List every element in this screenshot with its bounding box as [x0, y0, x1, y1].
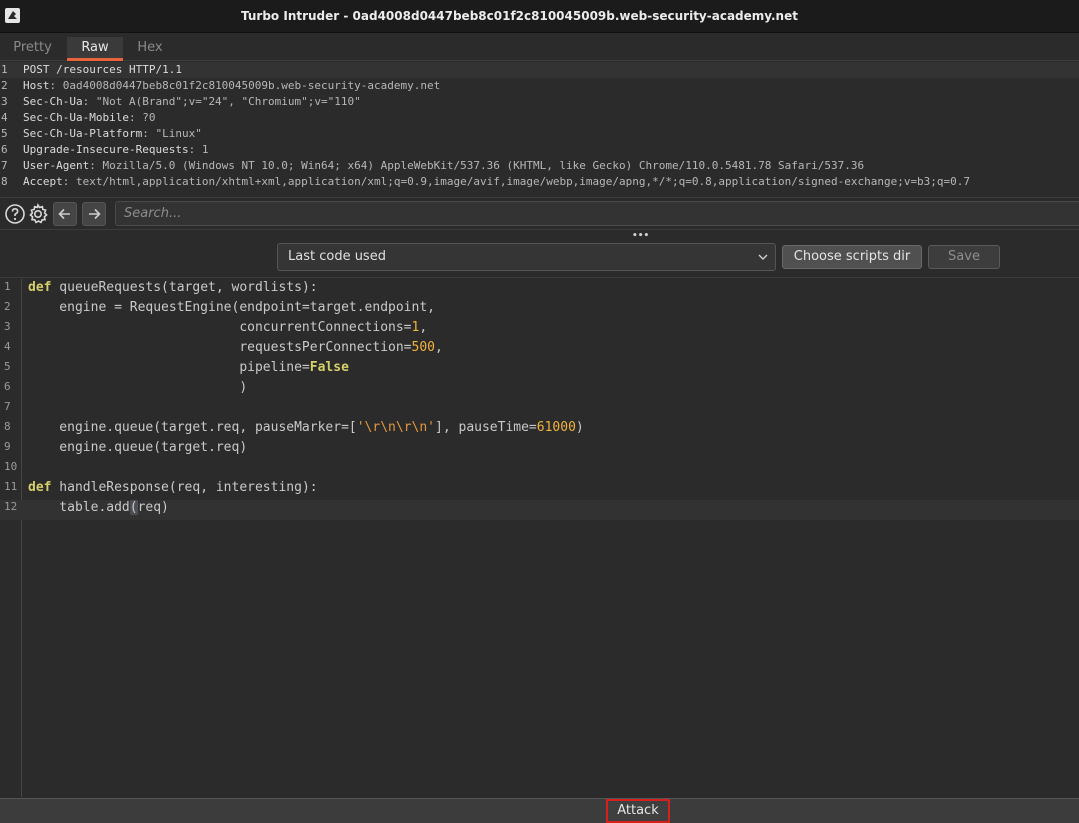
tab-raw[interactable]: Raw	[67, 37, 123, 61]
code-line: 5 pipeline=False	[4, 360, 349, 375]
attack-button[interactable]: Attack	[606, 799, 670, 823]
request-line: 5 Sec-Ch-Ua-Platform: "Linux"	[1, 127, 202, 140]
code-line: 8 engine.queue(target.req, pauseMarker=[…	[4, 420, 584, 435]
window-title: Turbo Intruder - 0ad4008d0447beb8c01f2c8…	[241, 9, 798, 23]
save-button[interactable]: Save	[928, 245, 1000, 269]
forward-arrow-icon[interactable]	[82, 202, 106, 226]
request-line: 7 User-Agent: Mozilla/5.0 (Windows NT 10.…	[1, 159, 865, 172]
search-toolbar	[0, 197, 1079, 230]
view-tabs: Pretty Raw Hex	[0, 37, 1079, 61]
code-line: 2 engine = RequestEngine(endpoint=target…	[4, 300, 435, 315]
code-line: 9 engine.queue(target.req)	[4, 440, 248, 455]
title-bar: Turbo Intruder - 0ad4008d0447beb8c01f2c8…	[0, 0, 1079, 33]
request-line: 4 Sec-Ch-Ua-Mobile: ?0	[1, 111, 156, 124]
code-line: 10	[4, 460, 18, 473]
code-line: 4 requestsPerConnection=500,	[4, 340, 443, 355]
request-line: 8 Accept: text/html,application/xhtml+xml…	[1, 175, 971, 188]
request-editor[interactable]: 1 POST /resources HTTP/1.1 2 Host: 0ad4008…	[0, 62, 1079, 195]
code-line: 6 )	[4, 380, 248, 395]
script-toolbar: Last code used Choose scripts dir Save	[0, 238, 1079, 278]
request-line: 1 POST /resources HTTP/1.1	[0, 62, 1079, 78]
chevron-down-icon	[757, 244, 769, 279]
choose-scripts-dir-button[interactable]: Choose scripts dir	[782, 245, 922, 269]
help-icon[interactable]	[3, 202, 27, 226]
back-arrow-icon[interactable]	[53, 202, 77, 226]
script-select-value: Last code used	[288, 249, 386, 264]
tab-hex[interactable]: Hex	[125, 37, 175, 61]
request-line: 6 Upgrade-Insecure-Requests: 1	[1, 143, 209, 156]
code-line: 11 def handleResponse(req, interesting):	[4, 480, 318, 495]
attack-bar: Attack	[0, 798, 1079, 823]
search-input[interactable]	[115, 201, 1079, 226]
code-line: 12 table.add(req)	[0, 500, 1079, 520]
code-line: 7	[4, 400, 11, 413]
tab-pretty[interactable]: Pretty	[0, 37, 65, 61]
request-line: 3 Sec-Ch-Ua: "Not A(Brand";v="24", "Chrom…	[1, 95, 361, 108]
code-line: 3 concurrentConnections=1,	[4, 320, 428, 335]
script-select[interactable]: Last code used	[277, 243, 776, 271]
code-line: 1 def queueRequests(target, wordlists):	[4, 280, 318, 295]
gear-icon[interactable]	[26, 202, 50, 226]
script-editor[interactable]: 1 def queueRequests(target, wordlists): 2…	[0, 279, 1079, 797]
request-line: 2 Host: 0ad4008d0447beb8c01f2c810045009b.…	[1, 79, 441, 92]
